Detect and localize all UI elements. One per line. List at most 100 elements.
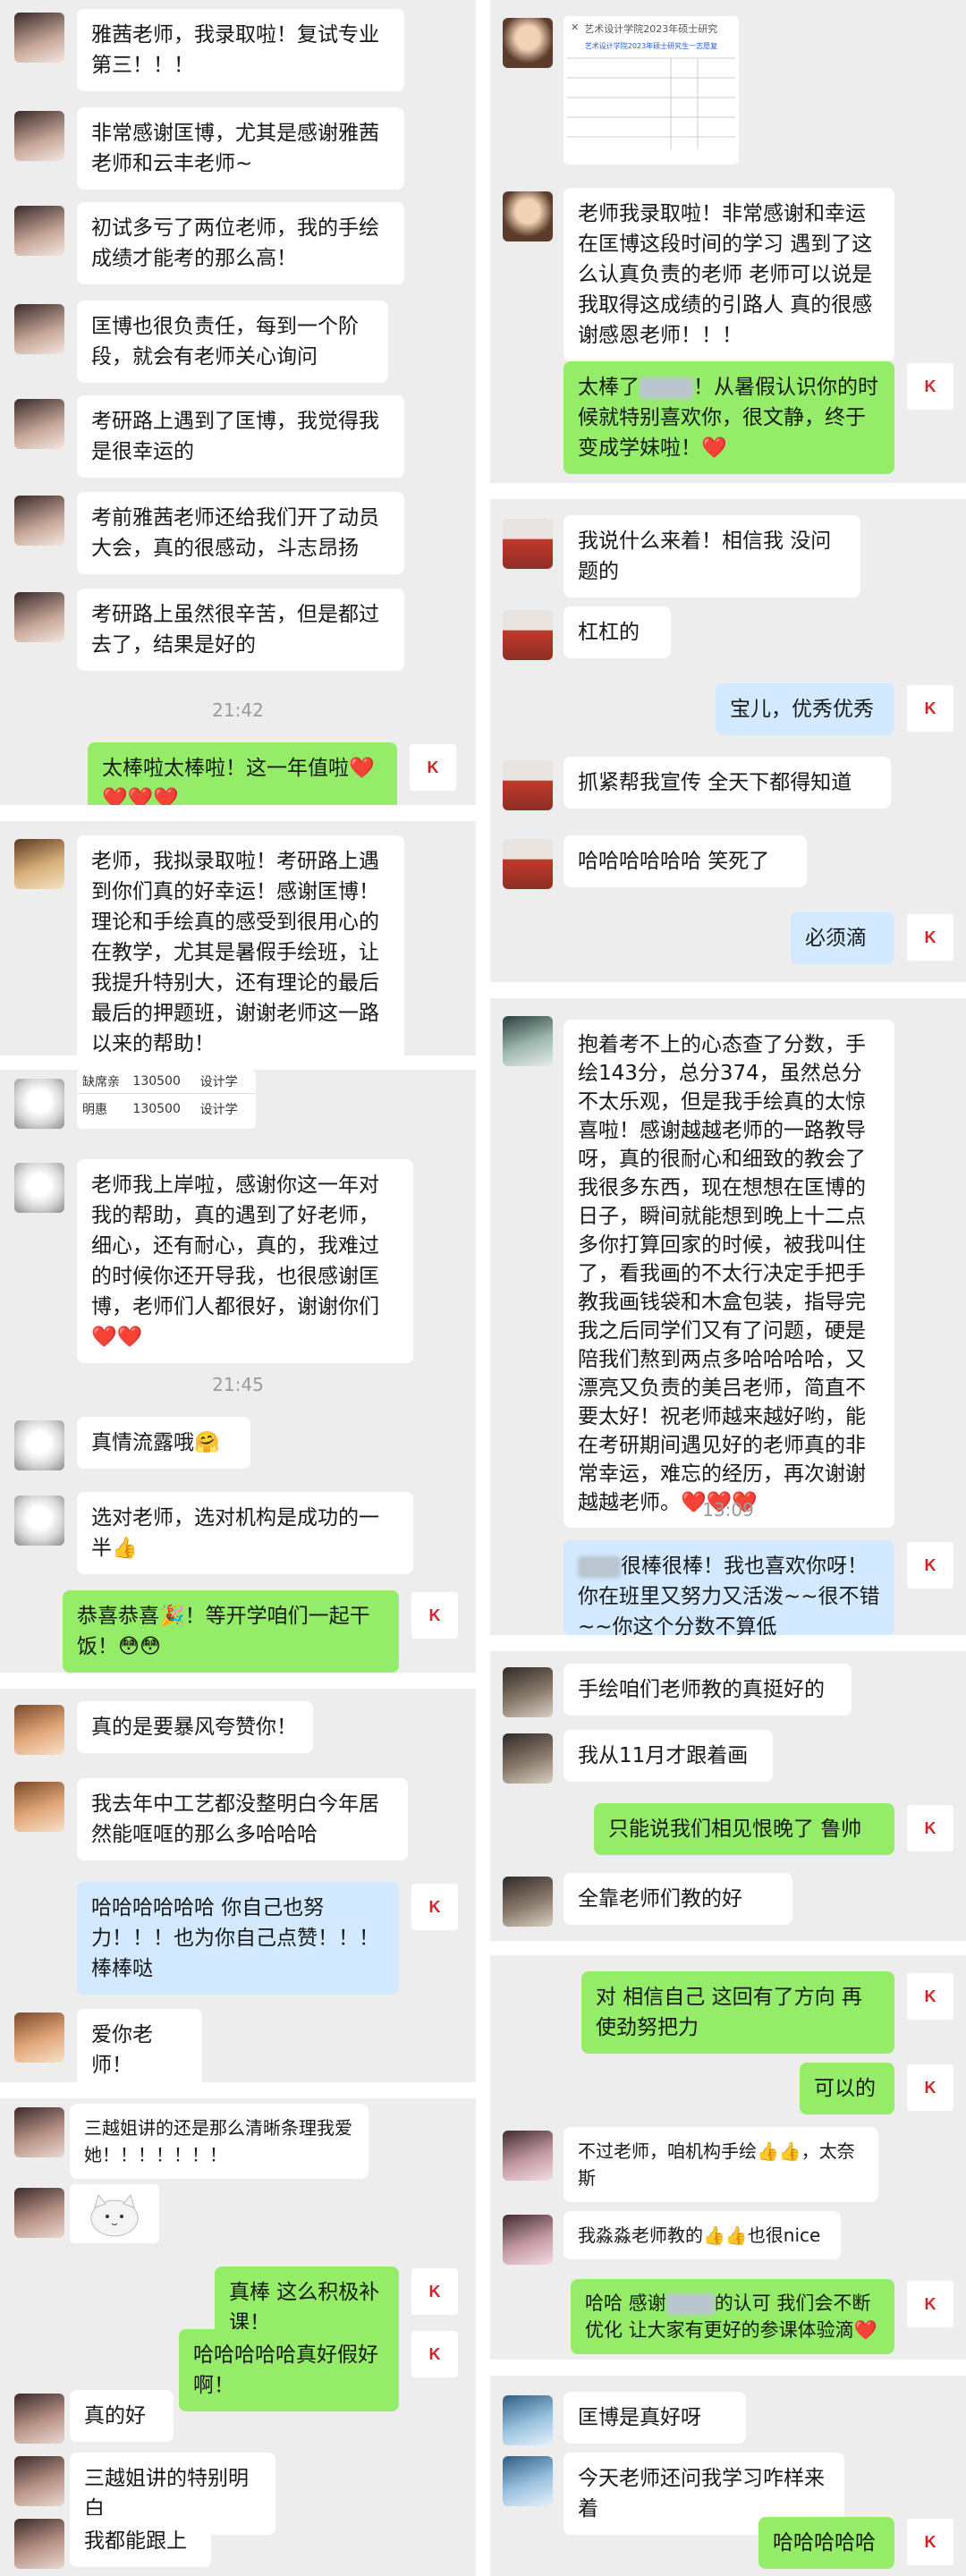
message-bubble: 不过老师，咱机构手绘👍👍，太奈斯 xyxy=(564,2127,878,2202)
message-bubble: 非常感谢匡博，尤其是感谢雅茜老师和云丰老师~ xyxy=(77,107,404,190)
chat-panel-3: 缺席亲 130500 设计学 明惠 130500 设计学 老师我上岸啦，感谢你这… xyxy=(0,1070,476,1673)
brand-logo-text: K xyxy=(924,2294,936,2313)
timestamp: 13:09 xyxy=(702,1499,754,1521)
reply-bubble: 太棒了 ！从暑假认识你的时候就特别喜欢你，很文静，终于变成学妹啦！❤️ xyxy=(564,361,894,474)
avatar[interactable] xyxy=(503,18,553,68)
message-bubble: 我说什么来着！相信我 没问题的 xyxy=(564,515,860,597)
avatar[interactable] xyxy=(14,1163,64,1213)
reply-bubble: 哈哈哈哈哈 xyxy=(758,2517,894,2569)
brand-logo-avatar[interactable]: K xyxy=(411,1884,458,1930)
reply-bubble: 哈哈哈哈哈哈 你自己也努力！！！也为你自己点赞！！！棒棒哒 xyxy=(77,1882,399,1995)
brand-logo-avatar[interactable]: K xyxy=(410,744,456,791)
message-bubble: 老师，我拟录取啦！考研路上遇到你们真的好幸运！感谢匡博！理论和手绘真的感受到很用… xyxy=(77,835,404,1055)
reply-bubble: 只能说我们相见恨晚了 鲁帅 xyxy=(594,1803,894,1855)
avatar[interactable] xyxy=(14,1420,64,1470)
admission-document-thumbnail[interactable]: ✕ 艺术设计学院2023年硕士研究 艺术设计学院2023年硕士研究生一志愿复 xyxy=(564,16,739,165)
avatar[interactable] xyxy=(14,206,64,256)
avatar[interactable] xyxy=(503,610,553,660)
brand-logo-avatar[interactable]: K xyxy=(907,363,953,410)
avatar[interactable] xyxy=(14,304,64,354)
brand-logo-text: K xyxy=(924,1987,936,2005)
avatar[interactable] xyxy=(14,399,64,449)
brand-logo-avatar[interactable]: K xyxy=(907,685,953,732)
reply-bubble: 太棒啦太棒啦！这一年值啦❤️❤️❤️❤️ xyxy=(88,742,397,805)
reply-text-start: 太棒了 xyxy=(578,376,640,399)
avatar[interactable] xyxy=(14,2107,64,2157)
avatar[interactable] xyxy=(503,760,553,810)
brand-logo-avatar[interactable]: K xyxy=(907,1973,953,2020)
redacted-name xyxy=(640,377,693,399)
avatar[interactable] xyxy=(503,191,553,242)
reply-bubble: 很棒很棒！我也喜欢你呀！你在班里又努力又活泼~~很不错~~你这个分数不算低 xyxy=(564,1540,894,1635)
chat-panel-r6: 匡博是真好呀 今天老师还问我学习咋样来着 哈哈哈哈哈 K xyxy=(490,2376,966,2576)
reply-bubble: 可以的 xyxy=(800,2063,894,2114)
avatar[interactable] xyxy=(503,1016,553,1066)
chat-screenshot-collage: 雅茜老师，我录取啦！复试专业第三！！！ 非常感谢匡博，尤其是感谢雅茜老师和云丰老… xyxy=(0,0,966,2576)
avatar[interactable] xyxy=(14,1705,64,1755)
admission-list-snippet[interactable]: 缺席亲 130500 设计学 明惠 130500 设计学 xyxy=(77,1070,256,1129)
avatar[interactable] xyxy=(503,2456,553,2506)
avatar[interactable] xyxy=(503,519,553,569)
avatar[interactable] xyxy=(14,2394,64,2444)
brand-logo-avatar[interactable]: K xyxy=(411,1592,458,1639)
avatar[interactable] xyxy=(503,2395,553,2445)
brand-logo-avatar[interactable]: K xyxy=(907,1542,953,1589)
doc-table-lines xyxy=(567,57,735,149)
message-bubble: 考前雅茜老师还给我们开了动员大会，真的很感动，斗志昂扬 xyxy=(77,492,404,574)
avatar[interactable] xyxy=(14,1496,64,1546)
reply-bubble: 哈哈哈哈哈真好假好啊！ xyxy=(179,2329,399,2411)
message-bubble: 哈哈哈哈哈哈 笑死了 xyxy=(564,835,807,887)
brand-logo-avatar[interactable]: K xyxy=(411,2331,458,2377)
left-column: 雅茜老师，我录取啦！复试专业第三！！！ 非常感谢匡博，尤其是感谢雅茜老师和云丰老… xyxy=(0,0,476,2576)
doc-title: 艺术设计学院2023年硕士研究 xyxy=(584,23,718,35)
table-cell: 130500 xyxy=(132,1102,181,1116)
redacted-name xyxy=(665,2293,715,2315)
brand-logo-text: K xyxy=(427,758,439,776)
avatar[interactable] xyxy=(14,1079,64,1129)
message-bubble: 全靠老师们教的好 xyxy=(564,1873,792,1925)
avatar[interactable] xyxy=(503,1667,553,1717)
avatar[interactable] xyxy=(14,1782,64,1832)
chat-panel-r3: 抱着考不上的心态查了分数，手绘143分，总分374，虽然总分不太乐观，但是我手绘… xyxy=(490,998,966,1635)
reply-text-start: 哈哈 感谢 xyxy=(585,2292,666,2314)
avatar[interactable] xyxy=(503,1733,553,1784)
avatar[interactable] xyxy=(14,839,64,889)
message-bubble: 三越姐讲的还是那么清晰条理我爱她！！！！！！！ xyxy=(70,2104,369,2179)
chat-panel-r2: 我说什么来着！相信我 没问题的 杠杠的 宝儿，优秀优秀 K 抓紧帮我宣传 全天下… xyxy=(490,499,966,982)
message-bubble: 考研路上遇到了匡博，我觉得我是很幸运的 xyxy=(77,395,404,478)
message-bubble: 考研路上虽然很辛苦，但是都过去了，结果是好的 xyxy=(77,589,404,671)
close-icon[interactable]: ✕ xyxy=(571,21,579,36)
avatar[interactable] xyxy=(14,2519,64,2569)
brand-logo-text: K xyxy=(428,2344,441,2363)
brand-logo-text: K xyxy=(924,1818,936,1837)
avatar[interactable] xyxy=(503,2215,553,2265)
brand-logo-avatar[interactable]: K xyxy=(907,2281,953,2327)
table-cell: 设计学 xyxy=(199,1075,238,1089)
avatar[interactable] xyxy=(14,13,64,63)
cat-sticker-image[interactable] xyxy=(70,2184,159,2243)
chat-panel-r4: 手绘咱们老师教的真挺好的 我从11月才跟着画 只能说我们相见恨晚了 鲁帅 K 全… xyxy=(490,1651,966,1941)
table-cell: 缺席亲 xyxy=(82,1075,120,1089)
timestamp: 21:45 xyxy=(212,1374,264,1395)
avatar[interactable] xyxy=(503,839,553,889)
brand-logo-text: K xyxy=(924,2078,936,2097)
brand-logo-text: K xyxy=(428,1897,441,1916)
brand-logo-text: K xyxy=(924,1555,936,1574)
avatar[interactable] xyxy=(14,592,64,642)
avatar[interactable] xyxy=(14,111,64,161)
brand-logo-avatar[interactable]: K xyxy=(411,2268,458,2315)
avatar[interactable] xyxy=(503,2131,553,2181)
redacted-name xyxy=(578,1555,621,1578)
avatar[interactable] xyxy=(14,2456,64,2506)
brand-logo-avatar[interactable]: K xyxy=(907,914,953,961)
avatar[interactable] xyxy=(503,1877,553,1927)
avatar[interactable] xyxy=(14,2012,64,2063)
brand-logo-avatar[interactable]: K xyxy=(907,1805,953,1852)
message-bubble: 我从11月才跟着画 xyxy=(564,1730,773,1782)
avatar[interactable] xyxy=(14,2188,64,2238)
brand-logo-avatar[interactable]: K xyxy=(907,2519,953,2565)
reply-text: 很棒很棒！我也喜欢你呀！你在班里又努力又活泼~~很不错~~你这个分数不算低 xyxy=(578,1555,880,1635)
avatar[interactable] xyxy=(14,496,64,546)
reply-bubble: 必须滴 xyxy=(791,912,894,964)
brand-logo-avatar[interactable]: K xyxy=(907,2064,953,2111)
